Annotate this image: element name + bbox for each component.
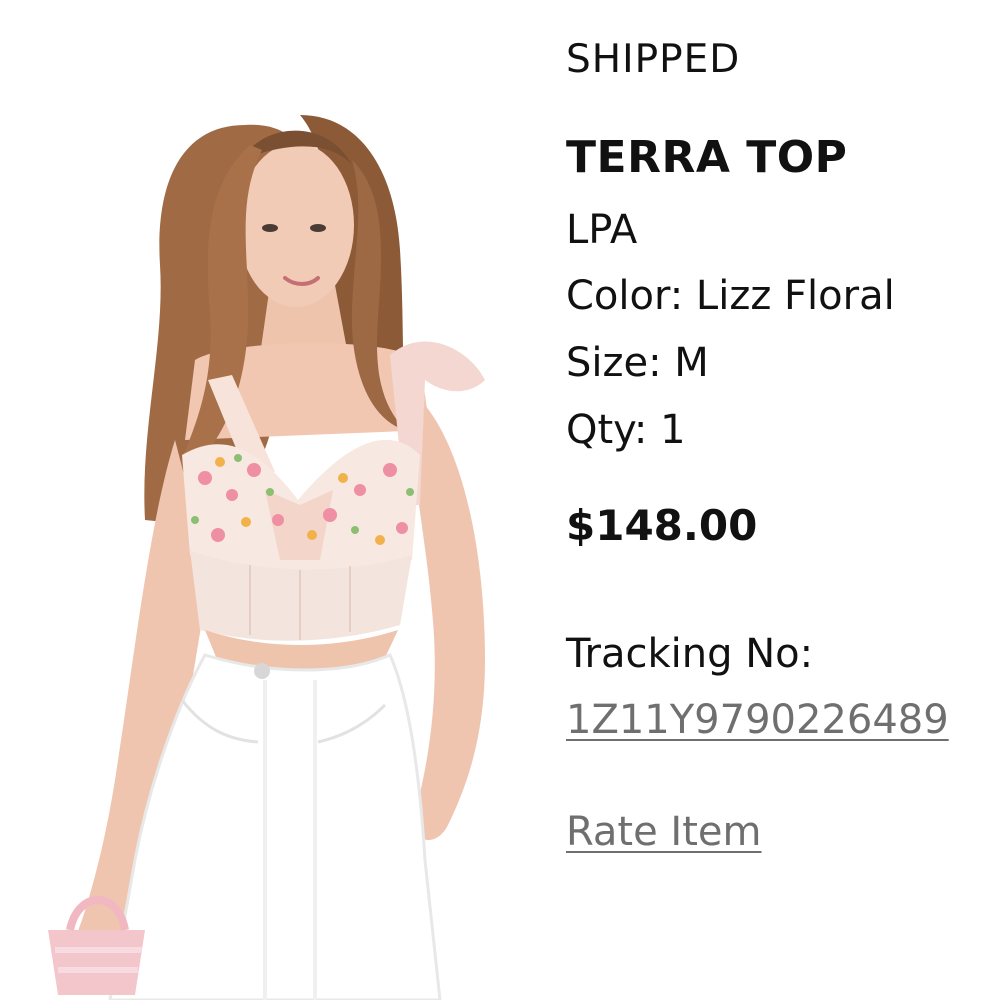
tracking-label: Tracking No: — [566, 631, 814, 677]
tracking-number-link[interactable]: 1Z11Y9790226489 — [566, 696, 949, 744]
order-item-details: SHIPPED TERRA TOP LPA Color: Lizz Floral… — [566, 0, 1000, 1000]
product-image[interactable] — [0, 0, 545, 1000]
product-color: Color: Lizz Floral — [566, 273, 895, 319]
product-quantity: Qty: 1 — [566, 407, 686, 453]
product-price: $148.00 — [566, 501, 758, 550]
product-size: Size: M — [566, 340, 709, 386]
order-item-card: SHIPPED TERRA TOP LPA Color: Lizz Floral… — [0, 0, 1000, 1000]
product-name: TERRA TOP — [566, 132, 848, 183]
rate-item-link[interactable]: Rate Item — [566, 808, 762, 856]
shipping-status: SHIPPED — [566, 37, 741, 82]
product-brand: LPA — [566, 207, 638, 253]
